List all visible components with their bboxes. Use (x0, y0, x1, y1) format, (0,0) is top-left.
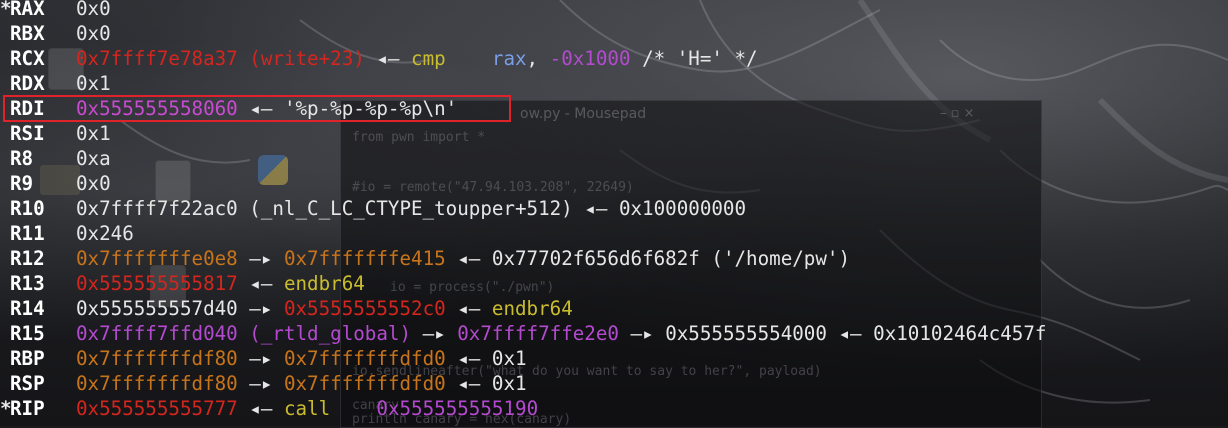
gdb-registers-panel: *RAX 0x0 RBX 0x0 RCX 0x7ffff7e78a37 (write+23… (0, 0, 1228, 426)
register-row-r14: R14 0x555555557d40 —▸ 0x5555555552c0 ◂— e… (0, 296, 573, 321)
register-name: RBX (10, 22, 45, 45)
register-value-segment: ◂— (237, 272, 284, 295)
register-value-segment: endbr64 (283, 272, 365, 295)
register-changed-marker: * (0, 397, 12, 420)
register-row-rsp: RSP 0x7fffffffdf80 —▸ 0x7fffffffdfd0 ◂— 0… (0, 371, 527, 396)
register-value-segment: 0x10102464c457f (873, 322, 1047, 345)
register-value-segment: cmp (411, 47, 446, 70)
register-value-segment: 0x555555554000 (665, 322, 827, 345)
register-value-segment: 0x7ffff7e78a37 (write+23) (76, 47, 365, 70)
register-row-r9: R9 0x0 (0, 171, 111, 196)
register-value-segment: 0x7fffffffdf80 (76, 347, 238, 370)
register-row-r15: R15 0x7ffff7ffd040 (_rtld_global) —▸ 0x7f… (0, 321, 1046, 346)
register-row-rbp: RBP 0x7fffffffdf80 —▸ 0x7fffffffdfd0 ◂— 0… (0, 346, 527, 371)
register-value-segment (446, 47, 492, 70)
register-value-segment: 0x100000000 (618, 197, 747, 220)
register-name: RSI (10, 122, 45, 145)
register-value-segment: 0x7fffffffdfd0 (283, 347, 446, 370)
register-name: R10 (10, 197, 45, 220)
register-row-rip: *RIP 0x555555555777 ◂— call 0x55555555519… (0, 396, 538, 421)
register-row-r13: R13 0x555555555817 ◂— endbr64 (0, 271, 365, 296)
register-name: R15 (10, 322, 45, 345)
register-value-segment: ◂— (572, 197, 619, 220)
register-value-segment: endbr64 (491, 297, 573, 320)
register-value-segment: 0x555555555777 (76, 397, 238, 420)
register-value-segment: —▸ (237, 297, 284, 320)
register-value-segment: 0x1 (76, 122, 111, 145)
register-value-segment: 0x7fffffffdfd0 (283, 372, 446, 395)
register-name: R13 (10, 272, 45, 295)
register-value-segment: ◂— (237, 397, 284, 420)
register-name: RAX (10, 0, 45, 20)
register-value-segment: 0x0 (76, 22, 111, 45)
register-name: R8 (10, 147, 34, 170)
register-value-segment: rax (491, 47, 527, 70)
register-name: R9 (10, 172, 34, 195)
register-value-segment: 0x7fffffffdf80 (76, 372, 238, 395)
register-row-rax: *RAX 0x0 (0, 0, 111, 21)
register-value-segment: 0x77702f656d6f682f ('/home/pw') (491, 247, 851, 270)
register-value-segment: 0x7ffff7ffd040 (_rtld_global) (76, 322, 412, 345)
register-value-segment: 0x7fffffffe0e8 (76, 247, 238, 270)
register-value-segment: 0x0 (76, 172, 111, 195)
register-value-segment: 0x7ffff7f22ac0 (_nl_C_LC_CTYPE_toupper+5… (76, 197, 573, 220)
register-value-segment: 0xa (76, 147, 111, 170)
register-value-segment: —▸ (237, 347, 284, 370)
register-value-segment (330, 397, 376, 420)
register-value-segment: call (283, 397, 331, 420)
register-value-segment: 0x246 (76, 222, 134, 245)
register-row-r12: R12 0x7fffffffe0e8 —▸ 0x7fffffffe415 ◂— 0… (0, 246, 850, 271)
register-name: R14 (10, 297, 45, 320)
register-value-segment: /* 'H=' */ (630, 47, 758, 70)
register-name: R11 (10, 222, 45, 245)
register-row-r11: R11 0x246 (0, 221, 134, 246)
register-name: RIP (10, 397, 45, 420)
register-name: RCX (10, 47, 45, 70)
register-name: RBP (10, 347, 45, 370)
register-name: RDX (10, 72, 45, 95)
register-row-r8: R8 0xa (0, 146, 111, 171)
register-value-segment: 0x555555555817 (76, 272, 238, 295)
register-changed-marker: * (0, 0, 12, 20)
register-value-segment: ◂— (364, 47, 412, 70)
register-value-segment: —▸ (237, 372, 284, 395)
register-value-segment: —▸ (618, 322, 666, 345)
register-value-segment: 0x1 (76, 72, 111, 95)
register-value-segment: -0x1000 (549, 47, 631, 70)
register-value-segment: 0x7fffffffe415 (283, 247, 446, 270)
register-value-segment: —▸ (411, 322, 458, 345)
register-value-segment: 0x1 (491, 347, 527, 370)
register-value-segment: ◂— (445, 247, 492, 270)
register-value-segment: ◂— (445, 347, 492, 370)
register-value-segment: ◂— (445, 372, 492, 395)
register-row-r10: R10 0x7ffff7f22ac0 (_nl_C_LC_CTYPE_touppe… (0, 196, 746, 221)
register-row-rbx: RBX 0x0 (0, 21, 111, 46)
register-row-rdx: RDX 0x1 (0, 71, 111, 96)
register-row-rsi: RSI 0x1 (0, 121, 111, 146)
register-name: R12 (10, 247, 45, 270)
rdi-highlight-box (3, 95, 511, 122)
register-value-segment: ◂— (826, 322, 874, 345)
register-value-segment: —▸ (237, 247, 284, 270)
register-name: RSP (10, 372, 45, 395)
register-value-segment: 0x1 (491, 372, 527, 395)
register-value-segment: 0x5555555552c0 (283, 297, 446, 320)
register-row-rcx: RCX 0x7ffff7e78a37 (write+23) ◂— cmp rax,… (0, 46, 758, 71)
register-value-segment: 0x7ffff7ffe2e0 (457, 322, 619, 345)
register-value-segment: 0x555555557d40 (76, 297, 238, 320)
register-value-segment: , (526, 47, 550, 70)
register-value-segment: ◂— (445, 297, 492, 320)
register-value-segment: 0x555555555190 (376, 397, 539, 420)
register-value-segment: 0x0 (76, 0, 111, 20)
